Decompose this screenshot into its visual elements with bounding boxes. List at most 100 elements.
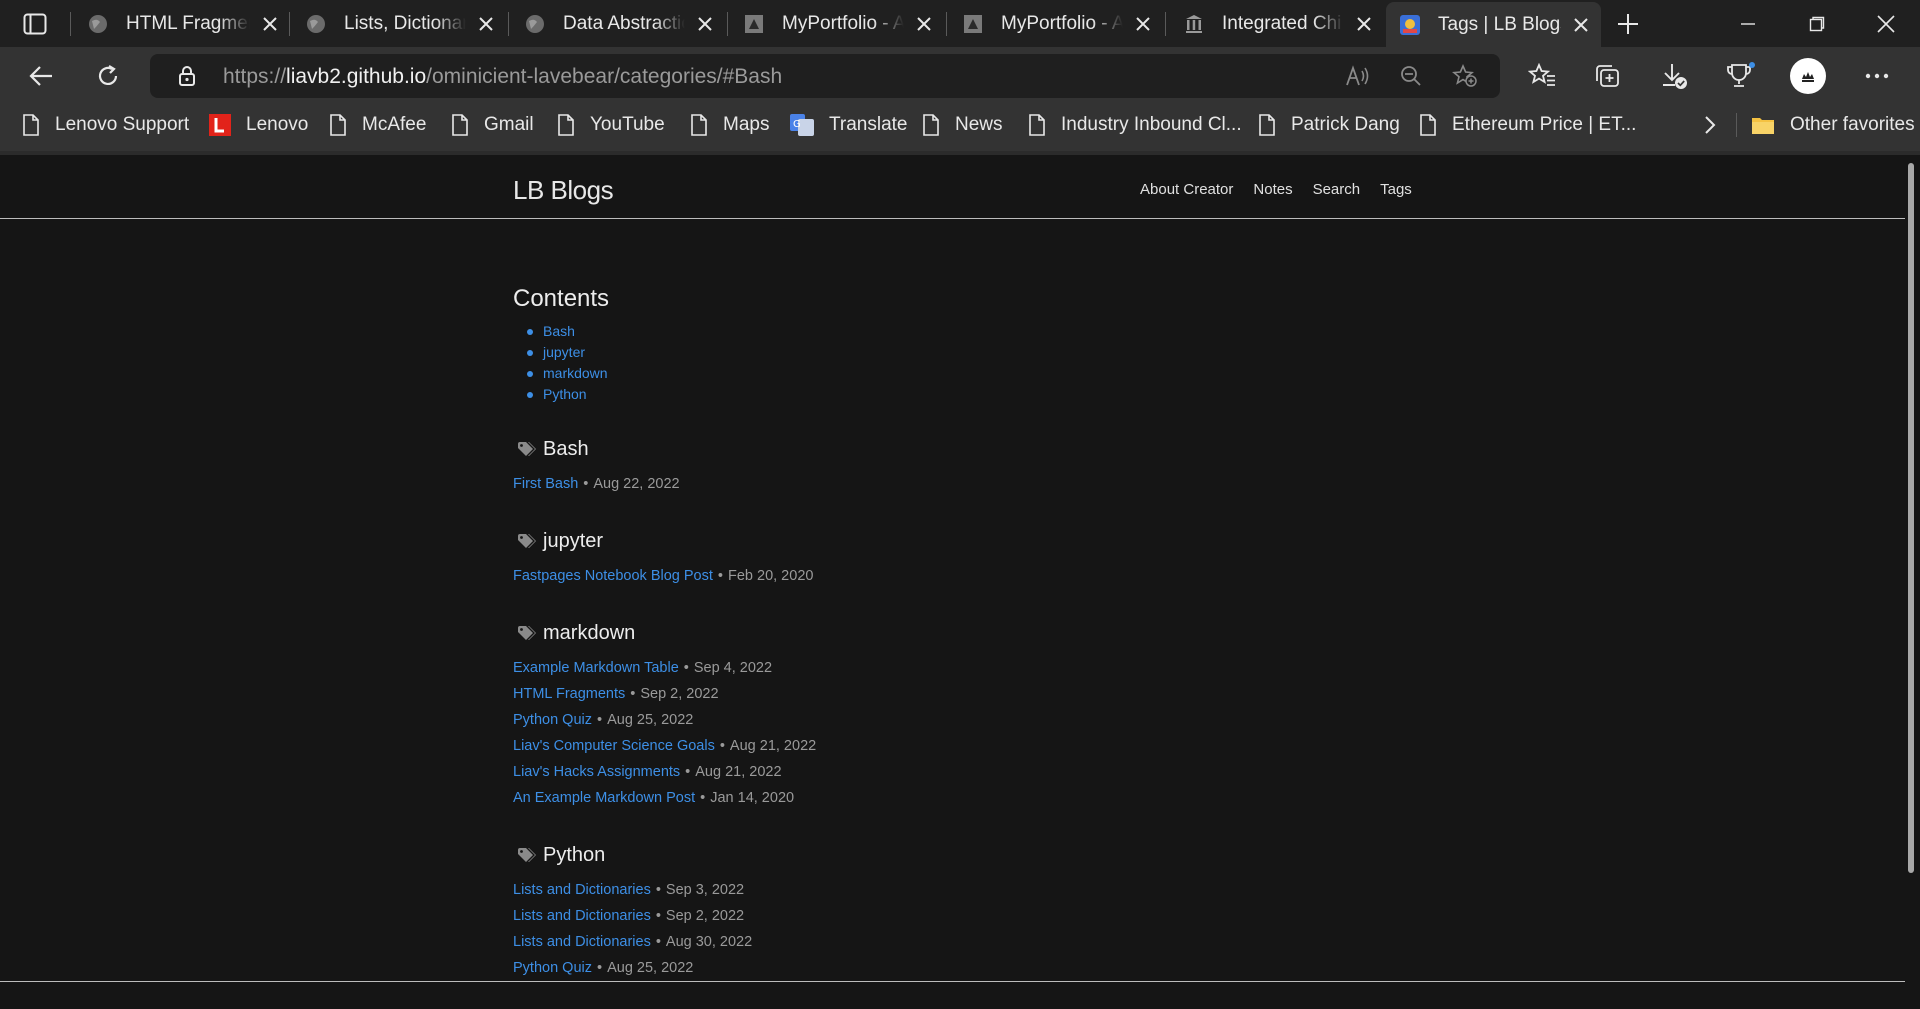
bookmark-industry-inbound[interactable]: Industry Inbound Cl... bbox=[1028, 105, 1242, 145]
close-icon[interactable] bbox=[1133, 14, 1153, 34]
nav-search[interactable]: Search bbox=[1313, 181, 1361, 198]
close-icon[interactable] bbox=[914, 14, 934, 34]
other-favorites-folder[interactable]: Other favorites bbox=[1751, 105, 1915, 145]
profile-avatar[interactable] bbox=[1790, 58, 1826, 94]
url-text[interactable]: https://liavb2.github.io/ominicient-lave… bbox=[223, 65, 782, 89]
toc-link-python[interactable]: Python bbox=[543, 386, 587, 402]
post-link[interactable]: HTML Fragments bbox=[513, 686, 625, 702]
downloads-button[interactable] bbox=[1657, 60, 1691, 92]
translate-icon: G bbox=[790, 114, 814, 136]
toc-link-bash[interactable]: Bash bbox=[543, 323, 575, 339]
read-aloud-button[interactable] bbox=[1343, 62, 1371, 90]
restore-button[interactable] bbox=[1797, 10, 1837, 38]
download-icon bbox=[1663, 64, 1687, 89]
rewards-button[interactable] bbox=[1723, 60, 1757, 92]
bookmark-translate[interactable]: G Translate bbox=[790, 105, 908, 145]
tab-title: Tags | LB Blogs bbox=[1438, 13, 1561, 35]
contents-heading: Contents bbox=[513, 285, 610, 312]
nav-notes[interactable]: Notes bbox=[1253, 181, 1292, 198]
building-icon bbox=[1186, 14, 1202, 33]
bookmark-gmail[interactable]: Gmail bbox=[451, 105, 534, 145]
category-name: Bash bbox=[543, 437, 589, 460]
refresh-button[interactable] bbox=[91, 59, 125, 93]
post-row: Example Markdown Table • Sep 4, 2022 bbox=[513, 655, 816, 681]
tab-myportfolio-1[interactable]: MyPortfolio - A bbox=[744, 0, 934, 47]
tab-actions-button[interactable] bbox=[20, 11, 50, 37]
settings-menu-button[interactable] bbox=[1860, 60, 1894, 92]
post-link[interactable]: Lists and Dictionaries bbox=[513, 934, 651, 950]
category-name: Python bbox=[543, 843, 606, 866]
page-icon bbox=[330, 114, 346, 136]
separator: • bbox=[719, 738, 725, 754]
back-button[interactable] bbox=[24, 59, 58, 93]
other-favorites-label: Other favorites bbox=[1790, 114, 1915, 135]
post-link[interactable]: Python Quiz bbox=[513, 960, 592, 976]
post-link[interactable]: Lists and Dictionaries bbox=[513, 908, 651, 924]
post-link[interactable]: Lists and Dictionaries bbox=[513, 882, 651, 898]
bookmark-label: Translate bbox=[829, 114, 908, 135]
post-row: HTML Fragments • Sep 2, 2022 bbox=[513, 681, 816, 707]
tab-tags-lb-blogs[interactable]: Tags | LB Blogs bbox=[1386, 2, 1601, 47]
category-name: markdown bbox=[543, 621, 636, 644]
tab-myportfolio-2[interactable]: MyPortfolio - A bbox=[963, 0, 1153, 47]
bookmark-maps[interactable]: Maps bbox=[690, 105, 769, 145]
refresh-icon bbox=[98, 65, 118, 85]
post-link[interactable]: First Bash bbox=[513, 476, 578, 492]
page-icon bbox=[1029, 114, 1045, 136]
page-scrollbar[interactable] bbox=[1908, 163, 1914, 873]
close-icon[interactable] bbox=[260, 14, 280, 34]
tab-html-fragments[interactable]: HTML Fragmen bbox=[88, 0, 280, 47]
add-favorite-button[interactable] bbox=[1450, 62, 1480, 90]
toc-link-jupyter[interactable]: jupyter bbox=[543, 344, 585, 360]
close-icon[interactable] bbox=[1354, 14, 1374, 34]
favorites-button[interactable] bbox=[1525, 60, 1559, 92]
close-icon[interactable] bbox=[476, 14, 496, 34]
zoom-out-icon bbox=[1401, 66, 1421, 86]
page-icon bbox=[558, 114, 574, 136]
bookmark-mcafee[interactable]: McAfee bbox=[329, 105, 426, 145]
separator: • bbox=[683, 660, 689, 676]
separator: • bbox=[717, 568, 723, 584]
tab-lists-dictionaries[interactable]: Lists, Dictionari bbox=[306, 0, 496, 47]
post-link[interactable]: Liav's Hacks Assignments bbox=[513, 764, 680, 780]
tag-icon bbox=[518, 848, 536, 862]
tab-integrated-chinese[interactable]: Integrated Chi bbox=[1184, 0, 1374, 47]
post-link[interactable]: An Example Markdown Post bbox=[513, 790, 695, 806]
site-title[interactable]: LB Blogs bbox=[513, 175, 614, 206]
bookmark-label: News bbox=[955, 114, 1003, 135]
tab-data-abstraction[interactable]: Data Abstractic bbox=[525, 0, 715, 47]
post-link[interactable]: Python Quiz bbox=[513, 712, 592, 728]
nav-tags[interactable]: Tags bbox=[1380, 181, 1412, 198]
zoom-button[interactable] bbox=[1397, 62, 1425, 90]
bookmark-news[interactable]: News bbox=[922, 105, 1003, 145]
minimize-button[interactable] bbox=[1728, 10, 1768, 38]
new-tab-button[interactable] bbox=[1614, 10, 1642, 38]
post-link[interactable]: Fastpages Notebook Blog Post bbox=[513, 568, 713, 584]
post-link[interactable]: Example Markdown Table bbox=[513, 660, 679, 676]
close-icon[interactable] bbox=[1571, 15, 1591, 35]
bookmark-patrick-dang[interactable]: Patrick Dang bbox=[1258, 105, 1400, 145]
category-heading: markdown bbox=[513, 619, 816, 647]
bookmark-lenovo[interactable]: Lenovo bbox=[209, 105, 308, 145]
arrow-left-icon bbox=[29, 66, 52, 86]
post-row: An Example Markdown Post • Jan 14, 2020 bbox=[513, 785, 816, 811]
address-bar[interactable]: https://liavb2.github.io/ominicient-lave… bbox=[150, 54, 1500, 98]
list-item: Bash bbox=[527, 323, 816, 344]
tab-strip: HTML Fragmen Lists, Dictionari Data Abst… bbox=[0, 0, 1920, 47]
favorites-bar: Lenovo Support Lenovo McAfee Gmail YouTu… bbox=[0, 105, 1920, 151]
bookmark-lenovo-support[interactable]: Lenovo Support bbox=[22, 105, 189, 145]
nav-about-creator[interactable]: About Creator bbox=[1140, 181, 1233, 198]
collections-icon bbox=[1596, 65, 1619, 87]
category-name: jupyter bbox=[543, 529, 604, 552]
separator: • bbox=[630, 686, 636, 702]
post-link[interactable]: Liav's Computer Science Goals bbox=[513, 738, 715, 754]
toc-link-markdown[interactable]: markdown bbox=[543, 365, 608, 381]
bookmark-youtube[interactable]: YouTube bbox=[557, 105, 665, 145]
close-icon[interactable] bbox=[695, 14, 715, 34]
lock-icon[interactable] bbox=[178, 65, 196, 87]
bookmark-ethereum-price[interactable]: Ethereum Price | ET... bbox=[1419, 105, 1636, 145]
close-window-button[interactable] bbox=[1866, 10, 1906, 38]
more-bookmarks-button[interactable] bbox=[1698, 111, 1722, 139]
collections-button[interactable] bbox=[1590, 60, 1624, 92]
triangle-icon bbox=[964, 14, 982, 33]
